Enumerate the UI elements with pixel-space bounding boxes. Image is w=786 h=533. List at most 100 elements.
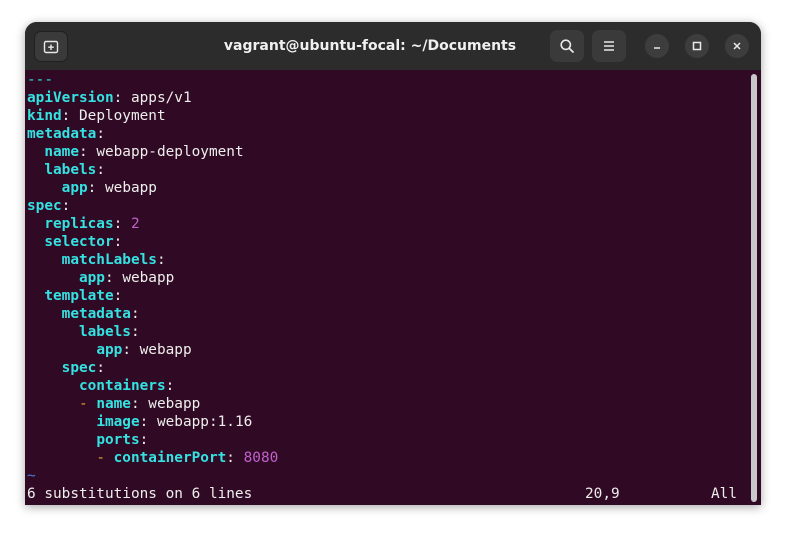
yaml-separator: : bbox=[113, 216, 123, 232]
yaml-separator: : bbox=[130, 306, 140, 322]
title-bar[interactable]: vagrant@ubuntu-focal: ~/Documents bbox=[25, 22, 761, 70]
code-line: containers: bbox=[27, 377, 174, 395]
menu-button[interactable] bbox=[592, 30, 626, 62]
yaml-key: containers bbox=[78, 378, 166, 394]
yaml-value: 2 bbox=[122, 216, 140, 232]
code-line: name: webapp-deployment bbox=[27, 143, 244, 161]
yaml-separator: : bbox=[96, 126, 105, 142]
code-line: labels: bbox=[27, 161, 105, 179]
list-dash: - bbox=[78, 396, 97, 412]
yaml-separator: : bbox=[130, 324, 140, 340]
yaml-separator: : bbox=[165, 378, 175, 394]
yaml-key: metadata bbox=[61, 306, 131, 322]
scroll-indicator: All bbox=[711, 486, 737, 502]
close-icon bbox=[733, 42, 741, 50]
code-line: - containerPort: 8080 bbox=[27, 449, 278, 467]
code-line: --- bbox=[27, 71, 53, 89]
yaml-key: name bbox=[44, 144, 79, 160]
tilde-marker: ~ bbox=[27, 468, 36, 484]
yaml-key: --- bbox=[27, 72, 53, 88]
yaml-key: app bbox=[78, 270, 105, 286]
yaml-separator: : bbox=[61, 198, 71, 214]
code-line: replicas: 2 bbox=[27, 215, 140, 233]
status-message: 6 substitutions on 6 lines bbox=[27, 486, 253, 502]
code-line: labels: bbox=[27, 323, 140, 341]
terminal-window: vagrant@ubuntu-focal: ~/Documents - cont… bbox=[25, 22, 761, 505]
yaml-key: app bbox=[61, 180, 88, 196]
yaml-key: containerPort bbox=[113, 450, 227, 466]
yaml-separator: : bbox=[139, 432, 149, 448]
code-line: apiVersion: apps/v1 bbox=[27, 89, 192, 107]
new-tab-icon bbox=[43, 40, 59, 53]
close-button[interactable] bbox=[725, 34, 749, 58]
yaml-key: ports bbox=[96, 432, 140, 448]
yaml-key: name bbox=[96, 396, 131, 412]
yaml-key: app bbox=[96, 342, 123, 358]
yaml-separator: : bbox=[96, 162, 105, 178]
yaml-key: labels bbox=[44, 162, 97, 178]
yaml-separator: : bbox=[122, 342, 131, 358]
new-tab-button[interactable] bbox=[34, 31, 68, 62]
yaml-key: apiVersion bbox=[27, 90, 114, 106]
code-line: spec: bbox=[27, 359, 105, 377]
yaml-key: replicas bbox=[44, 216, 114, 232]
yaml-key: image bbox=[96, 414, 140, 430]
code-line: template: bbox=[27, 287, 122, 305]
yaml-separator: : bbox=[130, 396, 140, 412]
window-title: vagrant@ubuntu-focal: ~/Documents bbox=[223, 38, 517, 54]
maximize-icon bbox=[692, 41, 702, 51]
code-line: image: webapp:1.16 bbox=[27, 413, 252, 431]
yaml-value: webapp bbox=[130, 342, 192, 358]
yaml-separator: : bbox=[96, 360, 105, 376]
yaml-value: webapp bbox=[96, 180, 157, 196]
yaml-key: template bbox=[44, 288, 114, 304]
yaml-key: matchLabels bbox=[61, 252, 157, 268]
yaml-key: selector bbox=[44, 234, 114, 250]
yaml-separator: : bbox=[139, 414, 149, 430]
yaml-separator: : bbox=[113, 90, 123, 106]
yaml-key: spec bbox=[27, 198, 62, 214]
code-line: app: webapp bbox=[27, 269, 174, 287]
code-line: selector: bbox=[27, 233, 122, 251]
hamburger-menu-icon bbox=[604, 41, 614, 51]
scrollbar[interactable] bbox=[751, 74, 757, 502]
yaml-value: webapp-deployment bbox=[87, 144, 244, 160]
terminal-content[interactable]: - containerPort: 8080 ports: image: weba… bbox=[25, 70, 761, 505]
maximize-button[interactable] bbox=[685, 34, 709, 58]
yaml-value: 8080 bbox=[234, 450, 279, 466]
code-line: - name: webapp bbox=[27, 395, 200, 413]
minimize-button[interactable] bbox=[645, 34, 669, 58]
yaml-key: labels bbox=[78, 324, 131, 340]
code-line: metadata: bbox=[27, 305, 140, 323]
yaml-separator: : bbox=[78, 144, 88, 160]
search-button[interactable] bbox=[550, 30, 584, 62]
yaml-separator: : bbox=[104, 270, 114, 286]
minimize-icon bbox=[654, 47, 660, 49]
code-line: ports: bbox=[27, 431, 148, 449]
empty-line-marker: ~ bbox=[27, 467, 36, 485]
cursor-position: 20,9 bbox=[585, 486, 620, 502]
yaml-value: webapp:1.16 bbox=[148, 414, 253, 430]
code-line: matchLabels: bbox=[27, 251, 166, 269]
yaml-key: kind bbox=[27, 108, 62, 124]
yaml-value: apps/v1 bbox=[122, 90, 192, 106]
yaml-separator: : bbox=[113, 234, 123, 250]
code-line: app: webapp bbox=[27, 179, 157, 197]
code-line: app: webapp bbox=[27, 341, 192, 359]
yaml-value: Deployment bbox=[70, 108, 166, 124]
